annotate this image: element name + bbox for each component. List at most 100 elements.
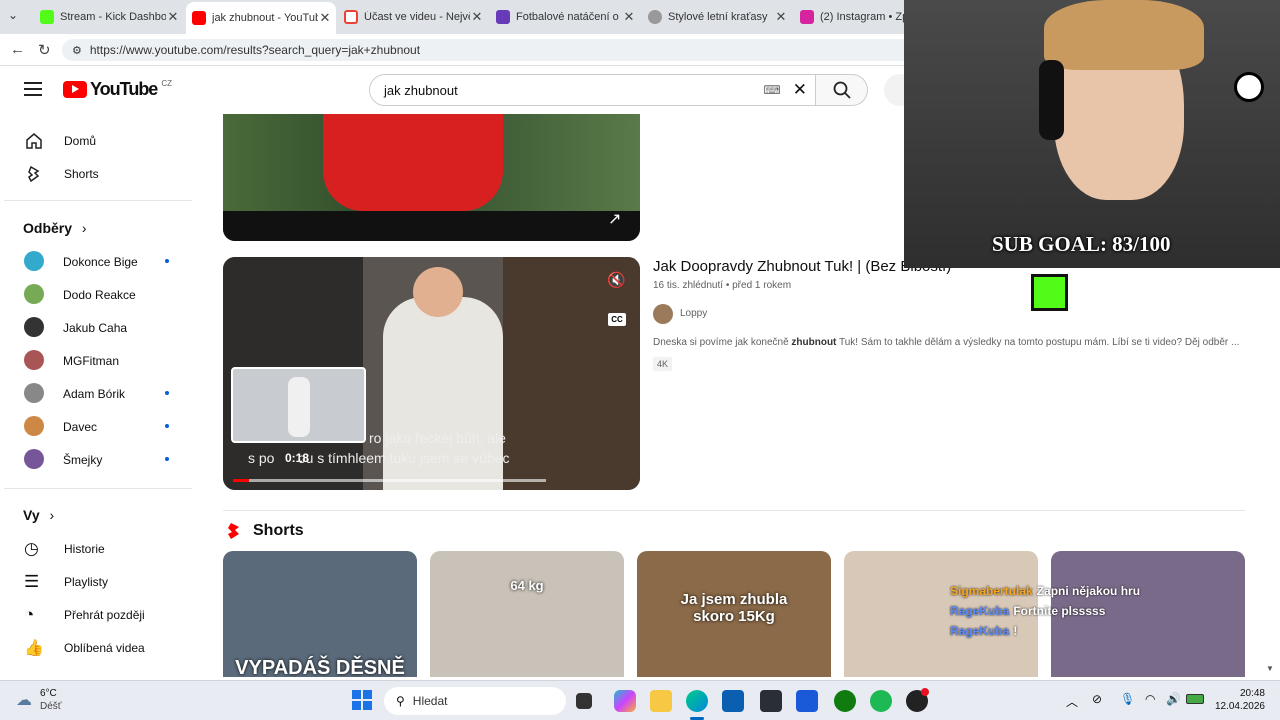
forms-icon	[496, 10, 510, 24]
store-icon[interactable]	[722, 690, 744, 712]
file-explorer-icon[interactable]	[650, 690, 672, 712]
sidebar-item-subscription[interactable]: Dodo Reakce	[4, 278, 192, 311]
sidebar-item-subscription[interactable]: Šmejky	[4, 443, 192, 476]
notification-dot	[921, 688, 929, 696]
avatar	[24, 449, 44, 469]
rain-cloud-icon: ☁	[16, 692, 32, 709]
sidebar: Domů Shorts Odběry › Dokonce Bige Dodo Re…	[4, 114, 192, 676]
video-thumbnail-previous[interactable]: ↗	[223, 114, 640, 241]
short-overlay-text: Ja jsem zhubla skoro 15Kg	[680, 591, 788, 625]
site-info-icon[interactable]: ⚙	[72, 44, 82, 57]
tab-gmail[interactable]: Účast ve videu - Největší ✕	[338, 4, 488, 30]
xbox-icon[interactable]	[834, 690, 856, 712]
sidebar-item-subscription[interactable]: MGFitman	[4, 344, 192, 377]
back-icon[interactable]: ←	[10, 41, 25, 58]
url-field[interactable]: ⚙ https://www.youtube.com/results?search…	[62, 39, 922, 61]
channel-name[interactable]: Loppy	[680, 308, 707, 319]
microphone-tray-icon[interactable]: 🎙	[1120, 692, 1135, 706]
sidebar-item-home[interactable]: Domů	[4, 124, 192, 157]
video-views-age: 16 tis. zhlédnutí • před 1 rokem	[653, 280, 792, 291]
taskbar-search[interactable]: ⚲ Hledat	[384, 687, 566, 715]
task-view-icon[interactable]	[576, 693, 592, 709]
edge-icon[interactable]	[686, 690, 708, 712]
close-tab-icon[interactable]: ✕	[318, 10, 332, 26]
sidebar-item-shorts[interactable]: Shorts	[4, 157, 192, 190]
shorts-heading: Shorts	[225, 521, 304, 541]
tab-list-chevron-icon[interactable]: ⌄	[8, 8, 18, 22]
progress-bar-track[interactable]	[233, 479, 546, 482]
new-content-dot	[165, 424, 169, 428]
tab-forms[interactable]: Fotbalové natáčení o 20 ✕	[490, 4, 640, 30]
sidebar-item-subscription[interactable]: Davec	[4, 410, 192, 443]
battery-icon[interactable]	[1186, 694, 1204, 704]
weather-widget[interactable]: ☁ 6°C Déšť	[16, 687, 62, 713]
youtube-logo[interactable]: YouTube CZ	[63, 79, 172, 100]
streamer-hair	[1044, 0, 1204, 70]
sidebar-item-subscription[interactable]: Jakub Caha	[4, 311, 192, 344]
search-button[interactable]	[816, 74, 868, 106]
you-heading[interactable]: Vy ›	[23, 507, 54, 523]
sub-goal-text: SUB GOAL: 83/100	[992, 232, 1171, 256]
shorts-logo-icon	[228, 523, 239, 539]
avatar	[24, 251, 44, 271]
close-tab-icon[interactable]: ✕	[622, 9, 636, 25]
avatar	[24, 317, 44, 337]
chat-username: Sigmabertulak	[950, 584, 1033, 598]
sidebar-item-subscription[interactable]: Dokonce Bige	[4, 245, 192, 278]
instagram-icon	[800, 10, 814, 24]
history-icon: ◷	[24, 538, 39, 558]
close-tab-icon[interactable]: ✕	[470, 9, 484, 25]
app-cube-icon[interactable]	[760, 690, 782, 712]
tab-kick-dashboard[interactable]: Stream - Kick Dashboard ✕	[34, 4, 184, 30]
caption-line-1: ro jako řeckej bůh, ale	[369, 430, 506, 446]
channel-avatar[interactable]	[653, 304, 673, 324]
tab-youtube[interactable]: jak zhubnout - YouTube ✕	[186, 2, 336, 34]
chevron-right-icon: ›	[49, 507, 55, 523]
avatar	[24, 350, 44, 370]
sidebar-item-subscription[interactable]: Adam Bórik	[4, 377, 192, 410]
mute-icon[interactable]: 🔇	[607, 271, 626, 289]
reload-icon[interactable]: ↻	[38, 41, 51, 59]
open-external-icon[interactable]: ↗	[608, 209, 621, 229]
network-off-icon[interactable]: ⊘	[1092, 692, 1102, 706]
tab-instagram[interactable]: (2) Instagram • Zpr	[794, 4, 904, 30]
avatar	[24, 416, 44, 436]
app-blue-icon[interactable]	[796, 690, 818, 712]
sidebar-item-label: Davec	[63, 419, 98, 434]
subscriptions-heading[interactable]: Odběry ›	[23, 220, 87, 236]
chat-username: RageKuba	[950, 624, 1010, 638]
clear-search-icon[interactable]: ✕	[793, 80, 807, 100]
spotify-icon[interactable]	[870, 690, 892, 712]
copilot-icon[interactable]	[614, 690, 636, 712]
close-tab-icon[interactable]: ✕	[166, 9, 180, 25]
kick-logo	[1031, 274, 1068, 311]
video-thumbnail-hover-preview[interactable]: 🔇 CC 0:18 ro jako řeckej bůh, ale s po o…	[223, 257, 640, 490]
menu-icon[interactable]	[24, 82, 42, 96]
short-card[interactable]: 64 kg	[430, 551, 624, 677]
scroll-down-arrow-icon[interactable]: ▼	[1266, 664, 1274, 673]
thumbs-up-icon: 👍	[24, 639, 44, 657]
closed-captions-button[interactable]: CC	[608, 313, 626, 326]
start-button[interactable]	[352, 690, 372, 710]
wifi-icon[interactable]: ◠	[1145, 692, 1155, 706]
sidebar-item-liked-videos[interactable]: 👍 Oblíbená videa	[4, 631, 192, 664]
sidebar-item-label: Jakub Caha	[63, 320, 128, 335]
keyboard-icon[interactable]: ⌨	[763, 83, 780, 97]
sidebar-item-history[interactable]: ◷ Historie	[4, 532, 192, 565]
search-input[interactable]: jak zhubnout	[384, 83, 763, 98]
sidebar-item-playlists[interactable]: ☰ Playlisty	[4, 565, 192, 598]
close-tab-icon[interactable]: ✕	[774, 9, 788, 25]
tray-chevron-icon[interactable]: ︿	[1066, 693, 1078, 710]
playlist-icon: ☰	[24, 571, 40, 591]
chat-username: RageKuba	[950, 604, 1010, 618]
short-card[interactable]: VYPADÁŠ DĚSNĚ	[223, 551, 417, 677]
gmail-icon	[344, 10, 358, 24]
chat-text: Zapni nějakou hru	[1036, 584, 1141, 598]
search-icon: ⚲	[396, 694, 405, 708]
volume-icon[interactable]: 🔊	[1166, 692, 1181, 706]
sidebar-item-watch-later[interactable]: ◔ Přehrát později	[4, 598, 192, 631]
clock[interactable]: 20:48 12.04.2026	[1210, 687, 1265, 713]
search-box[interactable]: jak zhubnout ⌨ ✕	[369, 74, 816, 106]
short-card[interactable]: Ja jsem zhubla skoro 15Kg	[637, 551, 831, 677]
tab-shorts-shop[interactable]: Stylové letní kraťasy ✕	[642, 4, 792, 30]
